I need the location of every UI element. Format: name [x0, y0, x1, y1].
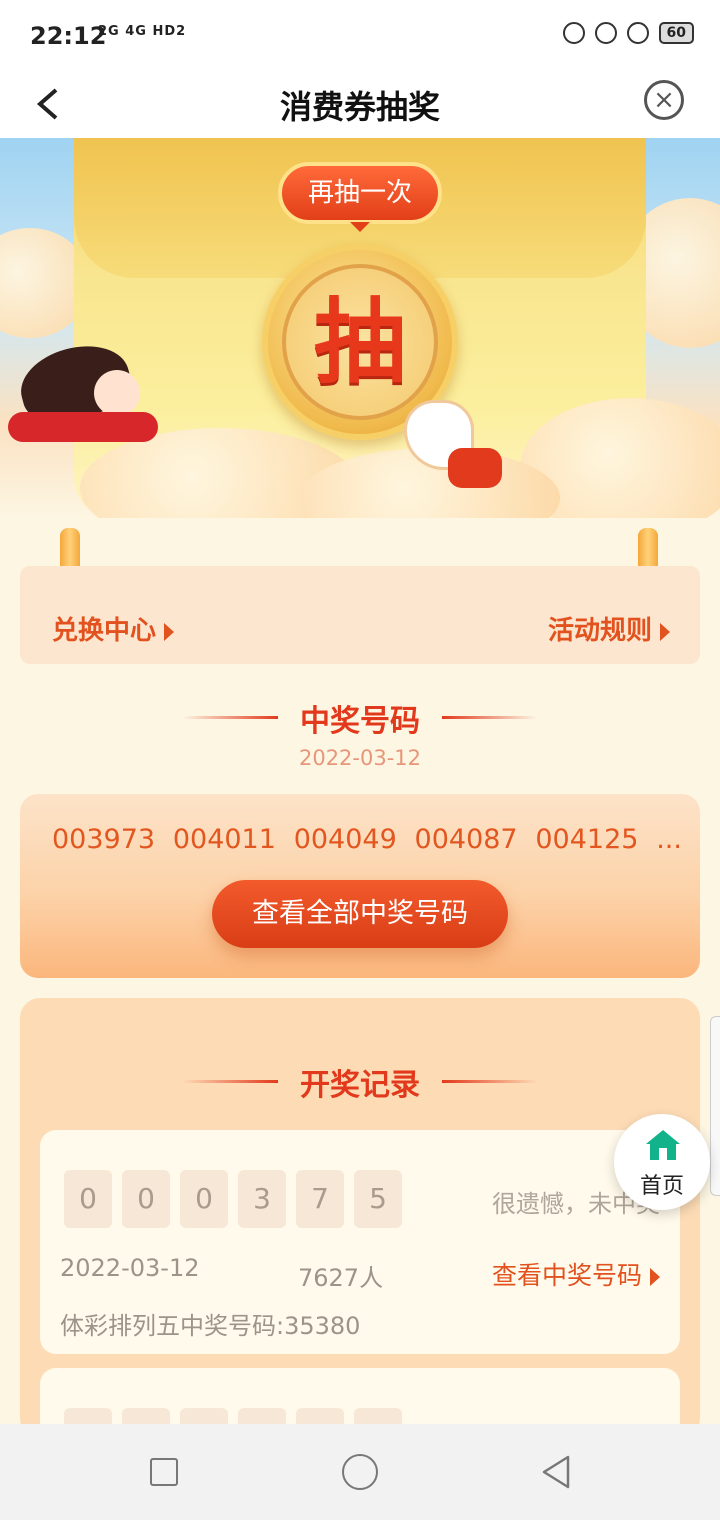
- bubble-pointer: [350, 222, 370, 232]
- digit-box: 0: [64, 1170, 112, 1228]
- winning-number: 004011: [172, 824, 276, 855]
- winning-date: 2022-03-12: [298, 746, 422, 770]
- girl-illustration: [8, 334, 158, 458]
- digit-box: 5: [354, 1170, 402, 1228]
- scroll-banner: 兑换中心 活动规则: [20, 566, 700, 664]
- home-label: 首页: [639, 1174, 684, 1199]
- exchange-center-label: 兑换中心: [52, 616, 157, 646]
- my-number-digits: 0 0 0 3 7 5: [64, 1170, 402, 1228]
- digit-box: 0: [180, 1170, 228, 1228]
- winning-heading: 中奖号码: [0, 696, 720, 740]
- record-card: 0 0 0 3 7 5 很遗憾，未中奖 2022-03-12 7627人 查看中…: [40, 1130, 680, 1354]
- activity-rules-link[interactable]: 活动规则: [548, 610, 670, 647]
- record-date: 2022-03-12: [60, 1254, 200, 1282]
- heading-divider-right: [442, 716, 538, 719]
- winning-numbers-row: 003973 004011 004049 004087 004125 ...: [52, 824, 682, 855]
- recents-icon[interactable]: [150, 1458, 178, 1486]
- network-indicator: 2G 4G HD2: [98, 24, 187, 39]
- view-winning-numbers-link[interactable]: 查看中奖号码: [492, 1256, 660, 1292]
- draw-again-button[interactable]: 再抽一次: [278, 162, 442, 224]
- triangle-right-icon: [164, 622, 175, 641]
- system-nav-bar: [0, 1424, 720, 1520]
- draw-label: 抽: [282, 264, 438, 420]
- digit-box: 3: [238, 1170, 286, 1228]
- winning-number: 003973: [52, 824, 156, 855]
- digit-box: 7: [296, 1170, 344, 1228]
- battery-level: 60: [658, 22, 694, 44]
- side-drawer-handle[interactable]: [710, 1016, 720, 1196]
- triangle-right-icon: [660, 622, 670, 641]
- home-button[interactable]: 首页: [614, 1114, 710, 1210]
- triangle-right-icon: [650, 1268, 660, 1286]
- winning-number: 004049: [293, 824, 397, 855]
- participant-count: 7627人: [298, 1264, 384, 1292]
- view-winning-numbers-label: 查看中奖号码: [491, 1261, 642, 1290]
- winning-heading-text: 中奖号码: [300, 704, 420, 739]
- heading-divider-left: [182, 1080, 278, 1083]
- record-description: 体彩排列五中奖号码:35380: [60, 1312, 361, 1340]
- status-bar: 22:12 2G 4G HD2 60: [0, 0, 720, 70]
- activity-rules-label: 活动规则: [547, 616, 652, 646]
- home-circle-icon[interactable]: [342, 1454, 378, 1490]
- status-time: 22:12: [30, 22, 107, 50]
- winning-numbers-card: 003973 004011 004049 004087 004125 ... 查…: [20, 794, 700, 978]
- status-icons: 60: [562, 22, 694, 44]
- view-all-winning-numbers-button[interactable]: 查看全部中奖号码: [212, 880, 508, 948]
- page-title: 消费券抽奖: [279, 88, 440, 126]
- digit-box: 0: [122, 1170, 170, 1228]
- exchange-center-link[interactable]: 兑换中心: [52, 610, 175, 647]
- heading-divider-right: [442, 1080, 538, 1083]
- lock-rotation-icon: [594, 22, 617, 44]
- back-triangle-icon[interactable]: [540, 1454, 572, 1490]
- records-heading: 开奖记录: [0, 1060, 720, 1104]
- lottery-hero: 再抽一次 抽: [0, 138, 720, 518]
- winning-number: 004087: [414, 824, 518, 855]
- home-icon: [646, 1130, 680, 1160]
- alarm-icon: [626, 22, 649, 44]
- vibrate-icon: [562, 22, 585, 44]
- heading-divider-left: [182, 716, 278, 719]
- hand-cuff-decoration: [448, 448, 502, 488]
- more-numbers-ellipsis: ...: [656, 824, 682, 855]
- title-bar: 消费券抽奖 ×: [0, 70, 720, 138]
- close-circle-icon[interactable]: ×: [644, 80, 684, 120]
- records-heading-text: 开奖记录: [300, 1068, 420, 1103]
- winning-number: 004125: [535, 824, 639, 855]
